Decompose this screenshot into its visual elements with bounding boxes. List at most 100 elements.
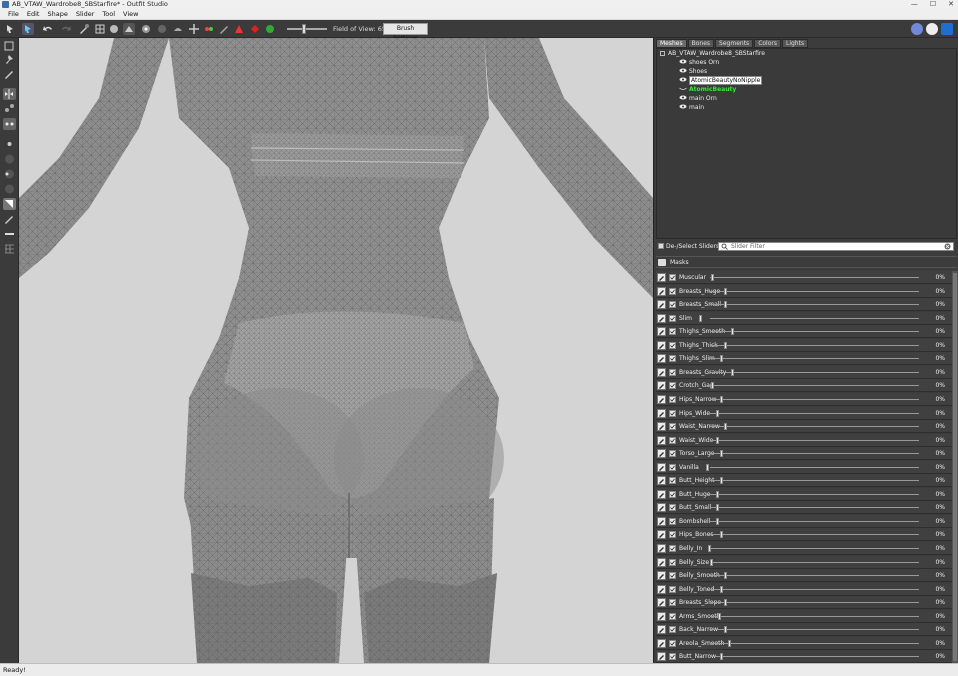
edit-slider-icon[interactable] xyxy=(657,449,666,459)
slider-thumb[interactable] xyxy=(720,450,723,458)
slider-checkbox[interactable] xyxy=(669,517,676,525)
deselect-sliders-toggle[interactable]: De-/Select Sliders xyxy=(658,242,719,251)
brush-strength-icon[interactable] xyxy=(3,168,16,180)
slider-track[interactable] xyxy=(710,548,919,549)
slider-thumb[interactable] xyxy=(708,545,711,552)
tab-meshes[interactable]: Meshes xyxy=(656,39,687,48)
menu-view[interactable]: View xyxy=(119,9,142,19)
tab-colors[interactable]: Colors xyxy=(754,39,781,48)
slider-checkbox[interactable] xyxy=(669,436,676,444)
slider-track[interactable] xyxy=(710,520,919,522)
mesh-tree-root[interactable]: AB_VTAW_Wardrobe8_SBStarfire xyxy=(660,50,765,58)
eye-icon[interactable] xyxy=(679,68,687,73)
slider-checkbox[interactable] xyxy=(669,423,676,431)
slider-checkbox[interactable] xyxy=(669,328,676,336)
menu-edit[interactable]: Edit xyxy=(23,9,44,19)
pen-icon[interactable] xyxy=(3,68,16,80)
slider-thumb[interactable] xyxy=(711,382,714,390)
fov-slider-track[interactable] xyxy=(287,28,327,30)
slider-thumb[interactable] xyxy=(718,612,721,620)
mirror-icon[interactable] xyxy=(3,88,16,100)
brush-size-small-icon[interactable] xyxy=(3,138,16,150)
slider-checkbox[interactable] xyxy=(669,355,676,363)
slider-checkbox[interactable] xyxy=(669,274,676,281)
collision-icon[interactable] xyxy=(264,23,276,35)
edit-slider-icon[interactable] xyxy=(657,340,666,350)
edit-slider-icon[interactable] xyxy=(657,422,666,432)
edit-slider-icon[interactable] xyxy=(657,503,666,513)
slider-thumb[interactable] xyxy=(720,355,723,363)
slider-checkbox[interactable] xyxy=(669,599,676,607)
shading-icon[interactable] xyxy=(108,23,120,35)
edit-slider-icon[interactable] xyxy=(657,408,666,418)
slider-checkbox[interactable] xyxy=(669,490,676,498)
edit-slider-icon[interactable] xyxy=(657,530,666,540)
color-brush-icon[interactable] xyxy=(203,23,215,35)
slider-thumb[interactable] xyxy=(710,558,713,566)
edit-slider-icon[interactable] xyxy=(657,652,666,662)
eye-icon[interactable] xyxy=(679,77,687,82)
edit-slider-icon[interactable] xyxy=(657,367,666,377)
maximize-button[interactable]: ☐ xyxy=(930,0,936,9)
edit-slider-icon[interactable] xyxy=(657,638,666,648)
slider-thumb[interactable] xyxy=(716,504,719,512)
brush-focus-icon[interactable] xyxy=(3,183,16,195)
slider-scrollbar[interactable] xyxy=(952,271,958,663)
slider-track[interactable] xyxy=(710,629,919,631)
pin-icon[interactable] xyxy=(3,54,16,66)
slider-track[interactable] xyxy=(710,344,919,346)
transparency-icon[interactable] xyxy=(3,118,16,130)
slider-track[interactable] xyxy=(710,426,919,428)
edit-slider-icon[interactable] xyxy=(657,598,666,608)
edit-slider-icon[interactable] xyxy=(657,625,666,635)
slider-thumb[interactable] xyxy=(724,423,727,431)
slider-track[interactable] xyxy=(710,561,919,563)
slider-checkbox[interactable] xyxy=(669,477,676,485)
clear-filter-icon[interactable] xyxy=(944,243,951,250)
tab-bones[interactable]: Bones xyxy=(687,39,715,48)
slider-checkbox[interactable] xyxy=(669,585,676,593)
slider-thumb[interactable] xyxy=(720,653,723,661)
brush-mask-icon[interactable] xyxy=(78,23,90,35)
slider-checkbox[interactable] xyxy=(669,301,676,309)
mask-paint-icon[interactable] xyxy=(249,23,261,35)
menu-tool[interactable]: Tool xyxy=(98,9,119,19)
slider-track[interactable] xyxy=(710,493,919,495)
slider-track[interactable] xyxy=(710,466,919,468)
edit-slider-icon[interactable] xyxy=(657,544,666,553)
edit-slider-icon[interactable] xyxy=(657,462,666,472)
slider-thumb[interactable] xyxy=(731,368,734,376)
slider-checkbox[interactable] xyxy=(669,314,676,322)
slider-thumb[interactable] xyxy=(720,395,723,403)
menu-slider[interactable]: Slider xyxy=(72,9,99,19)
github-icon[interactable] xyxy=(926,23,938,35)
slider-thumb[interactable] xyxy=(716,409,719,417)
mesh-item[interactable]: Shoes xyxy=(679,68,707,76)
mesh-item[interactable]: shoes Orn xyxy=(679,59,719,67)
eye-icon[interactable] xyxy=(679,104,687,109)
slider-thumb[interactable] xyxy=(706,463,709,471)
smooth-brush-icon[interactable] xyxy=(172,23,184,35)
slider-thumb[interactable] xyxy=(699,314,702,322)
slider-thumb[interactable] xyxy=(720,477,723,485)
slider-thumb[interactable] xyxy=(720,585,723,593)
texture-toggle-icon[interactable] xyxy=(123,23,135,35)
move-brush-icon[interactable] xyxy=(188,23,200,35)
slider-thumb[interactable] xyxy=(716,490,719,498)
slider-thumb[interactable] xyxy=(716,436,719,444)
slider-track[interactable] xyxy=(710,453,919,455)
slider-checkbox[interactable] xyxy=(669,653,676,661)
slider-checkbox[interactable] xyxy=(669,463,676,471)
slider-checkbox[interactable] xyxy=(669,626,676,634)
slider-thumb[interactable] xyxy=(728,639,731,647)
select-tool-icon[interactable] xyxy=(4,23,16,35)
minimize-button[interactable]: — xyxy=(911,0,918,9)
deselect-checkbox[interactable] xyxy=(658,243,664,249)
slider-thumb[interactable] xyxy=(724,341,727,349)
edit-slider-icon[interactable] xyxy=(657,394,666,404)
chevron-down-icon[interactable] xyxy=(658,259,666,266)
slider-checkbox[interactable] xyxy=(669,382,676,390)
edit-slider-icon[interactable] xyxy=(657,300,666,310)
redo-icon[interactable] xyxy=(60,23,72,35)
scrollbar-grip[interactable] xyxy=(953,273,957,661)
